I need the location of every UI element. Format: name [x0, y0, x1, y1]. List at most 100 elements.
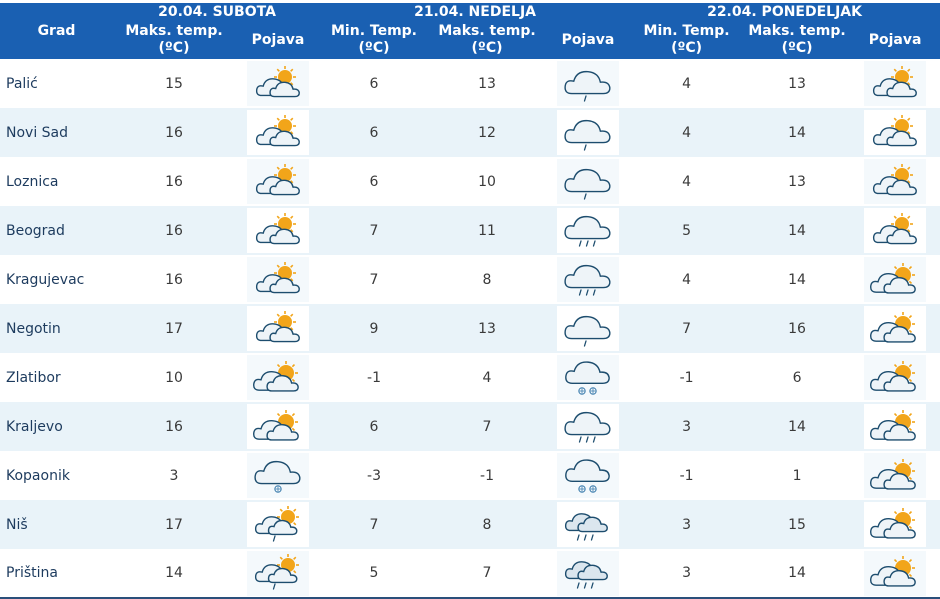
day2-weather — [547, 157, 630, 206]
day1-max-temp: 16 — [113, 255, 235, 304]
day3-min-temp: 4 — [629, 157, 745, 206]
table-row-kragujevac: Kragujevac 16 7 8 4 14 — [0, 255, 940, 304]
day3-max-temp: 13 — [744, 59, 851, 108]
forecast-panel: Grad 20.04. SUBOTA 21.04. NEDELJA 22.04.… — [0, 0, 940, 599]
day1-max-temp: 15 — [113, 59, 235, 108]
day1-weather — [235, 304, 322, 353]
cloud-light-rain-icon — [557, 110, 620, 155]
city-name: Zlatibor — [0, 353, 113, 402]
day3-max-temp: 15 — [744, 500, 851, 549]
table-row-loznica: Loznica 16 6 10 4 13 — [0, 157, 940, 206]
day3-min-temp: 4 — [629, 59, 745, 108]
day3-max-temp: 14 — [744, 549, 851, 599]
table-row-nis: Niš 17 7 8 3 15 — [0, 500, 940, 549]
day1-max-temp: 17 — [113, 500, 235, 549]
day1-max-temp: 16 — [113, 206, 235, 255]
city-name: Beograd — [0, 206, 113, 255]
day3-weather — [850, 206, 940, 255]
header-row-days: Grad 20.04. SUBOTA 21.04. NEDELJA 22.04.… — [0, 3, 940, 59]
dark-cloud-rain-icon — [557, 502, 620, 547]
cloud-rain-icon — [557, 257, 620, 302]
day3-weather — [850, 157, 940, 206]
day1-weather — [235, 402, 322, 451]
day1-weather — [235, 255, 322, 304]
day3-weather — [850, 353, 940, 402]
sun-cloud-shower-icon — [247, 502, 309, 547]
day3-max-temp: 14 — [744, 402, 851, 451]
day2-weather — [547, 59, 630, 108]
day3-max-temp: 6 — [744, 353, 851, 402]
city-name: Niš — [0, 500, 113, 549]
day1-max-temp: 16 — [113, 108, 235, 157]
city-name: Kopaonik — [0, 451, 113, 500]
day3-min-temp: -1 — [629, 451, 745, 500]
header-day-1: 20.04. SUBOTA — [113, 3, 322, 21]
mostly-cloudy-icon — [864, 453, 927, 498]
day3-min-temp: -1 — [629, 353, 745, 402]
day1-max-temp: 10 — [113, 353, 235, 402]
day2-min-temp: 7 — [321, 206, 428, 255]
day1-max-temp: 16 — [113, 157, 235, 206]
header-day2-min: Min. Temp. (ºC) — [321, 21, 428, 59]
day2-max-temp: 13 — [427, 304, 548, 353]
table-row-kopaonik: Kopaonik 3 -3 -1 -1 1 — [0, 451, 940, 500]
day3-weather — [850, 549, 940, 599]
day3-min-temp: 3 — [629, 402, 745, 451]
partly-cloudy-icon — [864, 61, 927, 106]
day2-max-temp: 7 — [427, 402, 548, 451]
day3-max-temp: 14 — [744, 108, 851, 157]
day3-min-temp: 4 — [629, 108, 745, 157]
sun-cloud-shower-icon — [247, 550, 309, 596]
header-day2-pojava: Pojava — [547, 21, 630, 59]
day2-weather — [547, 451, 630, 500]
day1-weather — [235, 500, 322, 549]
day2-max-temp: -1 — [427, 451, 548, 500]
cloud-light-rain-icon — [557, 159, 620, 204]
day2-weather — [547, 304, 630, 353]
partly-cloudy-icon — [864, 208, 927, 253]
day2-min-temp: -3 — [321, 451, 428, 500]
day3-max-temp: 16 — [744, 304, 851, 353]
city-name: Kraljevo — [0, 402, 113, 451]
day1-max-temp: 14 — [113, 549, 235, 599]
day2-min-temp: -1 — [321, 353, 428, 402]
day2-min-temp: 6 — [321, 108, 428, 157]
partly-cloudy-icon — [247, 208, 309, 253]
header-day-2: 21.04. NEDELJA — [321, 3, 630, 21]
mostly-cloudy-icon — [247, 404, 309, 449]
forecast-body: Palić 15 6 13 4 13 Novi Sad 16 6 12 4 14 Loznica 16 6 1… — [0, 59, 940, 599]
cloud-light-rain-icon — [557, 306, 620, 351]
table-row-kraljevo: Kraljevo 16 6 7 3 14 — [0, 402, 940, 451]
mostly-cloudy-icon — [864, 257, 927, 302]
partly-cloudy-icon — [247, 257, 309, 302]
day3-weather — [850, 59, 940, 108]
day1-weather — [235, 451, 322, 500]
day1-weather — [235, 549, 322, 599]
header-day1-max: Maks. temp. (ºC) — [113, 21, 235, 59]
day2-max-temp: 8 — [427, 255, 548, 304]
header-day1-pojava: Pojava — [235, 21, 322, 59]
day3-weather — [850, 500, 940, 549]
cloud-rain-icon — [557, 208, 620, 253]
city-name: Palić — [0, 59, 113, 108]
partly-cloudy-icon — [247, 306, 309, 351]
city-name: Priština — [0, 549, 113, 599]
day3-min-temp: 3 — [629, 500, 745, 549]
day3-min-temp: 3 — [629, 549, 745, 599]
day2-weather — [547, 206, 630, 255]
table-row-palic: Palić 15 6 13 4 13 — [0, 59, 940, 108]
day2-weather — [547, 353, 630, 402]
header-day3-max: Maks. temp. (ºC) — [744, 21, 851, 59]
day1-weather — [235, 157, 322, 206]
partly-cloudy-icon — [247, 159, 309, 204]
day1-weather — [235, 206, 322, 255]
day2-min-temp: 6 — [321, 402, 428, 451]
day2-weather — [547, 402, 630, 451]
day2-min-temp: 7 — [321, 255, 428, 304]
day2-min-temp: 7 — [321, 500, 428, 549]
city-name: Kragujevac — [0, 255, 113, 304]
day2-min-temp: 5 — [321, 549, 428, 599]
mostly-cloudy-icon — [864, 502, 927, 547]
day2-weather — [547, 255, 630, 304]
day2-max-temp: 13 — [427, 59, 548, 108]
